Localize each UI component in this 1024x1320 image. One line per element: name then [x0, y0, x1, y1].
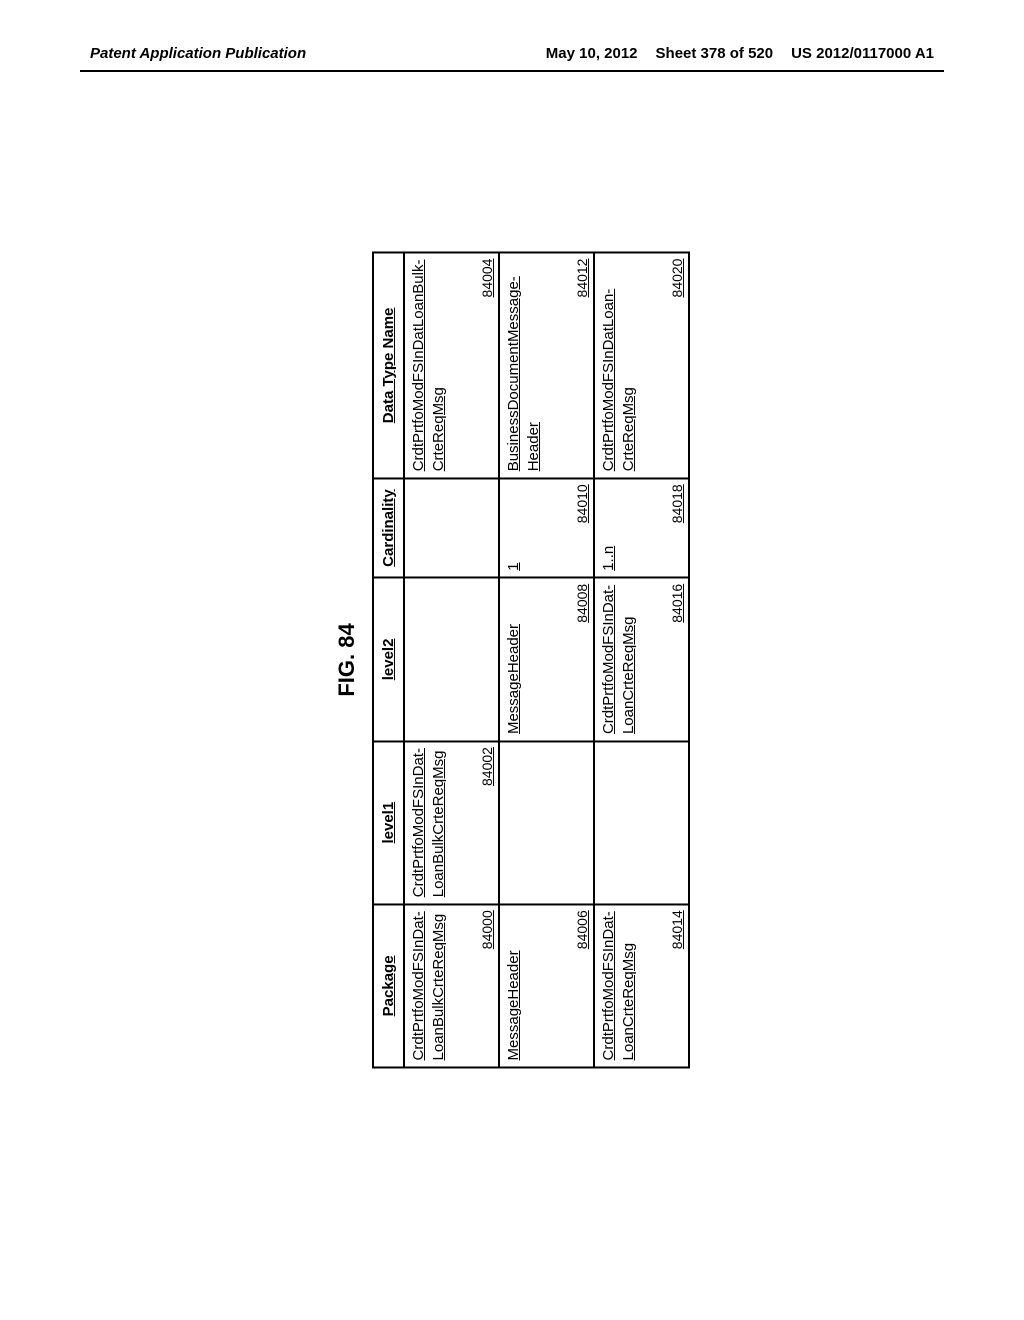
cell-package: CrdtPrtfoModFSInDat-LoanCrteReqMsg 84014 [594, 904, 689, 1067]
cell-ref: 84020 [669, 259, 685, 298]
cell-cardinality [404, 478, 499, 578]
header-pubno: US 2012/0117000 A1 [791, 45, 934, 62]
cell-ref: 84000 [479, 910, 495, 949]
col-header-datatype: Data Type Name [373, 253, 404, 479]
page-header: Patent Application Publication May 10, 2… [0, 0, 1024, 70]
cell-ref: 84008 [574, 584, 590, 623]
table-row: CrdtPrtfoModFSInDat-LoanBulkCrteReqMsg 8… [404, 253, 499, 1068]
figure-title: FIG. 84 [334, 252, 360, 1069]
header-sheet: Sheet 378 of 520 [656, 45, 774, 62]
cell-text: MessageHeader [504, 911, 524, 1060]
data-table: Package level1 level2 Cardinality Data T… [372, 252, 690, 1069]
cell-ref: 84006 [574, 910, 590, 949]
cell-datatype: BusinessDocumentMessage-Header 84012 [499, 253, 594, 479]
cell-text: CrdtPrtfoModFSInDat-LoanCrteReqMsg [599, 585, 640, 734]
cell-text: MessageHeader [504, 585, 524, 734]
col-header-level1: level1 [373, 741, 404, 904]
header-date: May 10, 2012 [546, 45, 638, 62]
cell-ref: 84014 [669, 910, 685, 949]
cell-text: 1..n [599, 485, 619, 571]
header-divider [80, 70, 944, 72]
cell-level1 [499, 741, 594, 904]
cell-cardinality: 1 84010 [499, 478, 594, 578]
cell-package: MessageHeader 84006 [499, 904, 594, 1067]
cell-ref: 84002 [479, 747, 495, 786]
cell-ref: 84016 [669, 584, 685, 623]
header-publication: Patent Application Publication [90, 45, 306, 62]
cell-level2 [404, 578, 499, 741]
cell-datatype: CrdtPrtfoModFSInDatLoanBulk-CrteReqMsg 8… [404, 253, 499, 479]
cell-text: BusinessDocumentMessage-Header [504, 260, 545, 472]
cell-ref: 84010 [574, 484, 590, 523]
cell-ref: 84012 [574, 259, 590, 298]
cell-level1: CrdtPrtfoModFSInDat-LoanBulkCrteReqMsg 8… [404, 741, 499, 904]
cell-text: CrdtPrtfoModFSInDat-LoanBulkCrteReqMsg [409, 748, 450, 897]
cell-text: CrdtPrtfoModFSInDat-LoanBulkCrteReqMsg [409, 911, 450, 1060]
cell-ref: 84004 [479, 259, 495, 298]
cell-cardinality: 1..n 84018 [594, 478, 689, 578]
cell-text: 1 [504, 485, 524, 571]
cell-level1 [594, 741, 689, 904]
cell-text: CrdtPrtfoModFSInDatLoanBulk-CrteReqMsg [409, 260, 450, 472]
cell-datatype: CrdtPrtfoModFSInDatLoan-CrteReqMsg 84020 [594, 253, 689, 479]
cell-text: CrdtPrtfoModFSInDat-LoanCrteReqMsg [599, 911, 640, 1060]
figure-container: FIG. 84 Package level1 level2 Cardinalit… [334, 252, 690, 1069]
col-header-package: Package [373, 904, 404, 1067]
cell-ref: 84018 [669, 484, 685, 523]
cell-package: CrdtPrtfoModFSInDat-LoanBulkCrteReqMsg 8… [404, 904, 499, 1067]
col-header-cardinality: Cardinality [373, 478, 404, 578]
table-row: CrdtPrtfoModFSInDat-LoanCrteReqMsg 84014… [594, 253, 689, 1068]
cell-level2: MessageHeader 84008 [499, 578, 594, 741]
col-header-level2: level2 [373, 578, 404, 741]
table-header-row: Package level1 level2 Cardinality Data T… [373, 253, 404, 1068]
table-row: MessageHeader 84006 MessageHeader 84008 … [499, 253, 594, 1068]
header-right: May 10, 2012 Sheet 378 of 520 US 2012/01… [546, 45, 934, 62]
cell-level2: CrdtPrtfoModFSInDat-LoanCrteReqMsg 84016 [594, 578, 689, 741]
cell-text: CrdtPrtfoModFSInDatLoan-CrteReqMsg [599, 260, 640, 472]
